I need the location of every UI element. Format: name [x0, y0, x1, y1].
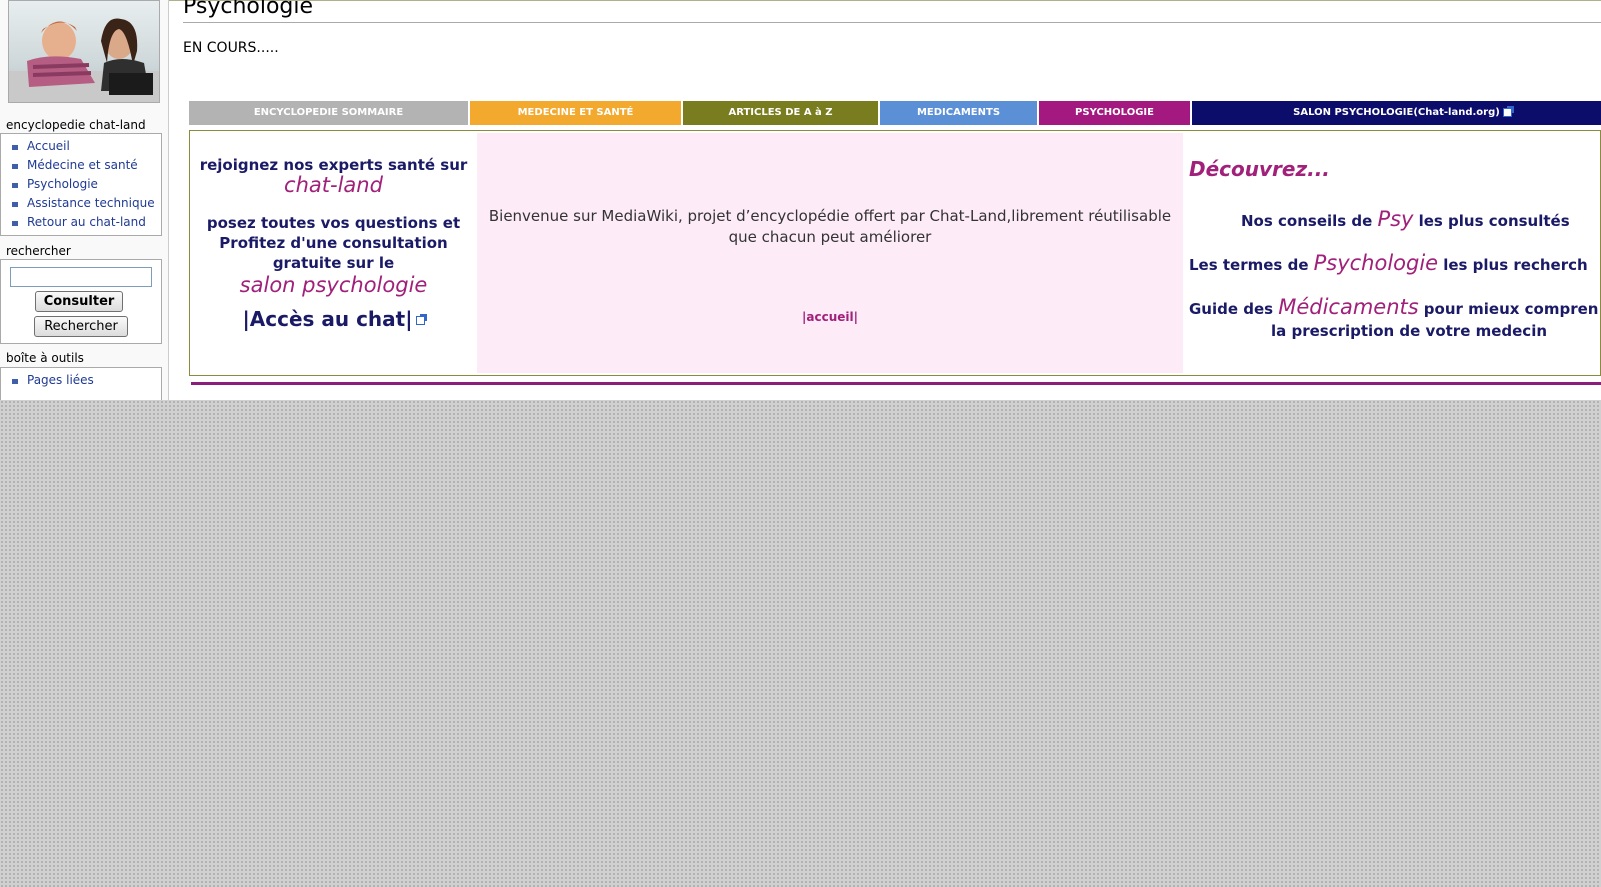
welcome-box: rejoignez nos experts santé sur chat-lan…	[189, 130, 1601, 376]
nav-portlet-title: encyclopedie chat-land	[6, 118, 146, 132]
page-title: Psychologie	[183, 0, 314, 19]
welcome-text: Bienvenue sur MediaWiki, projet d’encycl…	[488, 207, 1172, 246]
psy-line-post: les plus consultés	[1418, 212, 1570, 230]
external-link-icon	[415, 314, 427, 325]
tools-portlet-title: boîte à outils	[6, 351, 84, 365]
join-text: rejoignez nos experts santé sur	[199, 156, 468, 174]
tools-item-pages-liees[interactable]: Pages liées	[1, 371, 161, 390]
medicaments-link[interactable]: Médicaments	[1278, 295, 1418, 319]
medicaments-line-post: pour mieux compren	[1423, 300, 1599, 318]
medicaments-line: Guide des Médicaments pour mieux compren	[1189, 295, 1598, 319]
nav-item-psychologie[interactable]: Psychologie	[1, 175, 161, 194]
access-chat-link[interactable]: |Accès au chat|	[190, 307, 477, 331]
search-button[interactable]: Rechercher	[34, 316, 128, 337]
psychologie-link[interactable]: Psychologie	[1314, 251, 1439, 275]
psy-link[interactable]: Psy	[1377, 207, 1413, 231]
nav-item-assistance[interactable]: Assistance technique	[1, 194, 161, 213]
psychologie-line: Les termes de Psychologie les plus reche…	[1189, 251, 1588, 275]
salon-link[interactable]: salon psychologie	[190, 273, 477, 297]
psychologie-line-post: les plus recherch	[1443, 256, 1588, 274]
chatland-link[interactable]: chat-land	[190, 173, 477, 197]
psychologie-line-pre: Les termes de	[1189, 256, 1309, 274]
tab-medecine[interactable]: MEDECINE ET SANTÉ	[470, 101, 681, 125]
external-link-icon	[1502, 105, 1514, 117]
accueil-link[interactable]: |accueil|	[477, 310, 1183, 324]
title-rule	[183, 22, 1601, 23]
search-portlet: Consulter Rechercher	[0, 259, 162, 344]
nav-item-accueil[interactable]: Accueil	[1, 137, 161, 156]
tools-portlet: Pages liées	[0, 367, 162, 400]
tab-medicaments[interactable]: MEDICAMENTS	[880, 101, 1037, 125]
access-chat-label: |Accès au chat|	[242, 307, 413, 331]
questions-text: posez toutes vos questions et Profitez d…	[206, 214, 461, 272]
category-navbar: ENCYCLOPEDIE SOMMAIRE MEDECINE ET SANTÉ …	[189, 101, 1601, 125]
site-logo[interactable]	[8, 0, 160, 103]
nav-item-retour[interactable]: Retour au chat-land	[1, 213, 161, 232]
right-column: Découvrez... Nos conseils de Psy les plu…	[1183, 131, 1601, 375]
nav-portlet: Accueil Médecine et santé Psychologie As…	[0, 133, 162, 236]
search-portlet-title: rechercher	[6, 244, 71, 258]
psy-line-pre: Nos conseils de	[1241, 212, 1373, 230]
middle-column: Bienvenue sur MediaWiki, projet d’encycl…	[477, 133, 1183, 373]
tab-salon[interactable]: SALON PSYCHOLOGIE(Chat-land.org)	[1192, 101, 1601, 125]
search-input[interactable]	[10, 267, 152, 287]
nav-item-medecine[interactable]: Médecine et santé	[1, 156, 161, 175]
discover-heading: Découvrez...	[1189, 157, 1330, 181]
tab-salon-label: SALON PSYCHOLOGIE(Chat-land.org)	[1293, 107, 1500, 118]
status-text: EN COURS.....	[183, 40, 279, 56]
medicaments-line-tail: la prescription de votre medecin	[1271, 322, 1548, 340]
content-area: Psychologie EN COURS..... ENCYCLOPEDIE S…	[169, 0, 1601, 400]
page-top: encyclopedie chat-land Accueil Médecine …	[0, 0, 1601, 400]
medicaments-line-pre: Guide des	[1189, 300, 1274, 318]
consult-button[interactable]: Consulter	[35, 291, 123, 312]
left-column: rejoignez nos experts santé sur chat-lan…	[190, 131, 477, 375]
tab-articles[interactable]: ARTICLES DE A à Z	[683, 101, 878, 125]
tab-encyclopedie[interactable]: ENCYCLOPEDIE SOMMAIRE	[189, 101, 468, 125]
psy-line: Nos conseils de Psy les plus consultés	[1241, 207, 1570, 231]
tab-psychologie[interactable]: PSYCHOLOGIE	[1039, 101, 1190, 125]
next-section-border	[191, 382, 1601, 385]
